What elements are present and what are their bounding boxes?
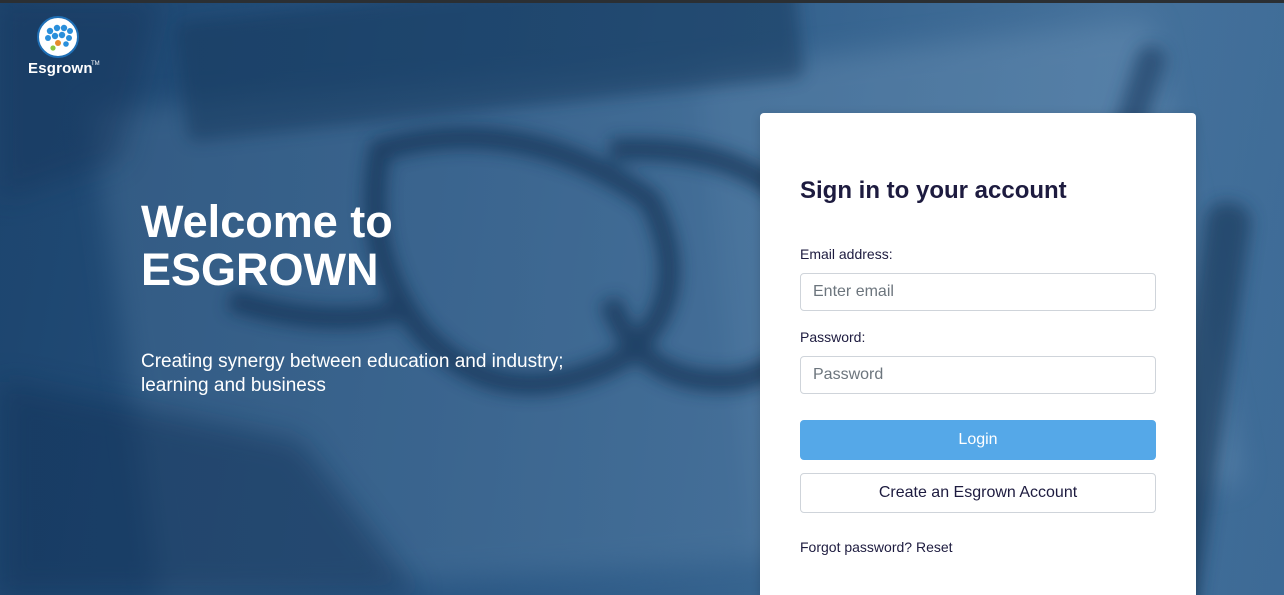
email-label: Email address:: [800, 246, 893, 262]
password-label: Password:: [800, 329, 866, 345]
hero-title-line2: ESGROWN: [141, 244, 379, 295]
login-button[interactable]: Login: [800, 420, 1156, 460]
login-card-title: Sign in to your account: [800, 177, 1067, 204]
login-card: Sign in to your account Email address: P…: [760, 113, 1196, 595]
esgrown-logo-icon: [37, 16, 79, 58]
hero-title: Welcome to ESGROWN: [141, 198, 621, 294]
brand-name: Esgrown: [28, 60, 93, 77]
hero-section: Welcome to ESGROWN Creating synergy betw…: [141, 198, 621, 397]
login-page: Esgrown TM Welcome to ESGROWN Creating s…: [0, 0, 1284, 595]
forgot-password-text: Forgot password?: [800, 539, 913, 555]
email-field[interactable]: [800, 273, 1156, 311]
reset-password-link[interactable]: Reset: [916, 539, 953, 555]
brand-trademark: TM: [91, 61, 100, 67]
brand-logo[interactable]: Esgrown TM: [28, 15, 100, 77]
hero-title-line1: Welcome to: [141, 196, 393, 247]
password-field[interactable]: [800, 356, 1156, 394]
browser-top-strip: [0, 0, 1284, 3]
hero-subtitle: Creating synergy between education and i…: [141, 351, 564, 396]
forgot-password-row: Forgot password? Reset: [800, 539, 953, 555]
create-account-button[interactable]: Create an Esgrown Account: [800, 473, 1156, 513]
